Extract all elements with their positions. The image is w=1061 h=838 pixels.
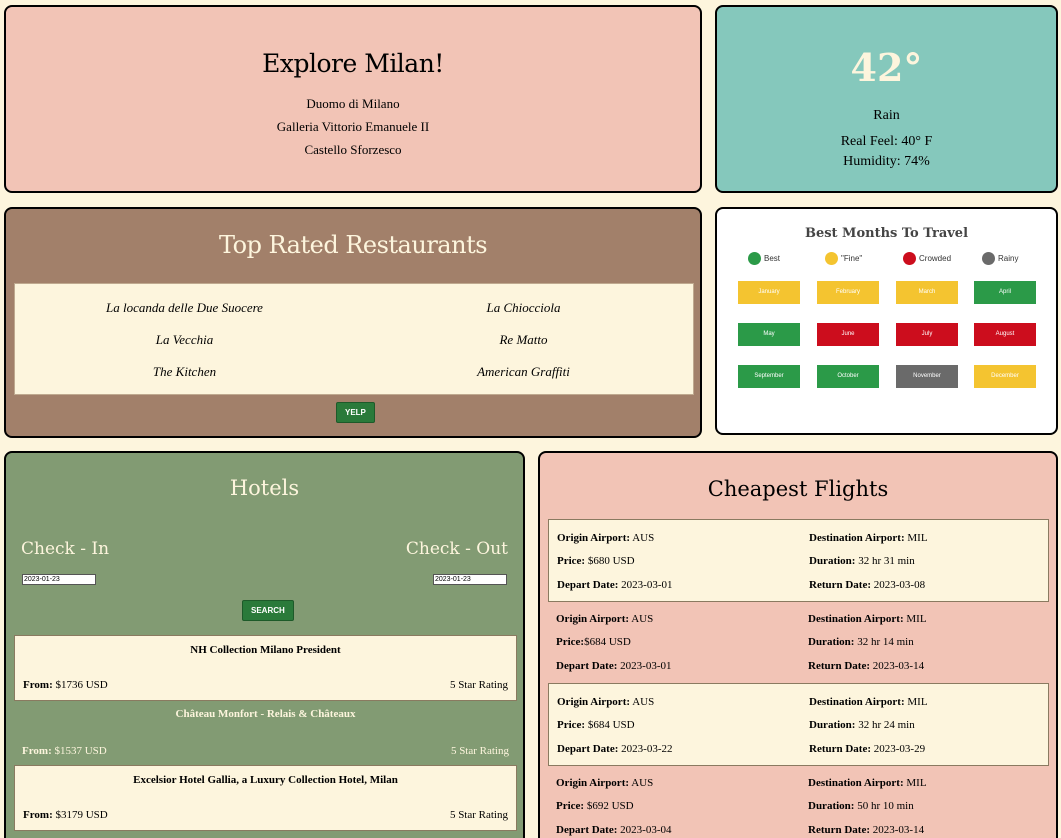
check-out-label: Check - Out xyxy=(405,539,508,559)
flight-return-date: Return Date: 2023-03-14 xyxy=(808,824,925,836)
flight-depart-date: Depart Date: 2023-03-01 xyxy=(557,579,673,591)
attraction-item: Galleria Vittorio Emanuele II xyxy=(276,119,430,134)
flight-origin: Origin Airport: AUS xyxy=(556,613,654,625)
best-months-card: Best Months To Travel Best "Fine" Crowde… xyxy=(715,207,1058,435)
flight-price: Price: $692 USD xyxy=(556,800,634,812)
best-months-title: Best Months To Travel xyxy=(804,226,969,241)
restaurant-item: La Chiocciola xyxy=(486,300,561,315)
flight-duration: Duration: 50 hr 10 min xyxy=(808,800,914,812)
legend-dot-icon xyxy=(982,252,995,265)
flight-depart-date: Depart Date: 2023-03-04 xyxy=(556,824,672,836)
hotel-price: From: $1736 USD xyxy=(23,679,108,691)
month-august: August xyxy=(974,323,1036,346)
flight-return-date: Return Date: 2023-03-08 xyxy=(809,579,926,591)
months-legend: Best "Fine" Crowded Rainy xyxy=(717,252,1056,266)
search-button[interactable]: SEARCH xyxy=(242,600,294,621)
flight-price: Price: $684 USD xyxy=(557,719,635,731)
month-march: March xyxy=(896,281,958,304)
flight-duration: Duration: 32 hr 31 min xyxy=(809,555,915,567)
legend-fine: "Fine" xyxy=(825,252,862,265)
hotel-name: Château Monfort - Relais & Châteaux xyxy=(175,708,356,720)
hotel-card[interactable]: NH Collection Milano President From: $17… xyxy=(14,635,517,701)
hotels-title: Hotels xyxy=(229,476,300,500)
humidity: Humidity: 74% xyxy=(843,154,930,169)
flights-card: Cheapest Flights Origin Airport: AUS Des… xyxy=(538,451,1058,838)
hotel-rating: 5 Star Rating xyxy=(450,745,509,757)
flights-title: Cheapest Flights xyxy=(707,477,889,501)
legend-label: Crowded xyxy=(919,254,952,263)
hotels-card: Hotels Check - In Check - Out 2023-01-23… xyxy=(4,451,525,838)
weather-card: 42° Rain Real Feel: 40° F Humidity: 74% xyxy=(715,5,1058,193)
flight-card[interactable]: Origin Airport: AUS Destination Airport:… xyxy=(548,683,1049,766)
legend-dot-icon xyxy=(748,252,761,265)
legend-crowded: Crowded xyxy=(903,252,951,265)
flight-card[interactable]: Origin Airport: AUS Destination Airport:… xyxy=(548,519,1049,602)
legend-rainy: Rainy xyxy=(982,252,1018,265)
restaurants-card: Top Rated Restaurants La locanda delle D… xyxy=(4,207,702,438)
flight-destination: Destination Airport: MIL xyxy=(808,777,927,789)
flight-price: Price: $680 USD xyxy=(557,555,635,567)
flight-depart-date: Depart Date: 2023-03-22 xyxy=(557,743,673,755)
attractions-list: Duomo di Milano Galleria Vittorio Emanue… xyxy=(6,92,700,161)
legend-label: "Fine" xyxy=(841,254,863,263)
flight-duration: Duration: 32 hr 24 min xyxy=(809,719,915,731)
flight-return-date: Return Date: 2023-03-29 xyxy=(809,743,926,755)
flight-price: Price:$684 USD xyxy=(556,636,631,648)
restaurants-title: Top Rated Restaurants xyxy=(218,231,488,259)
restaurant-item: La locanda delle Due Suocere xyxy=(106,300,263,315)
month-april: April xyxy=(974,281,1036,304)
hotel-rating: 5 Star Rating xyxy=(449,809,508,821)
legend-dot-icon xyxy=(903,252,916,265)
flight-return-date: Return Date: 2023-03-14 xyxy=(808,660,925,672)
hotel-rating: 5 Star Rating xyxy=(449,679,508,691)
flight-card[interactable]: Origin Airport: AUS Destination Airport:… xyxy=(548,765,1049,838)
hotel-price: From: $3179 USD xyxy=(23,809,108,821)
restaurant-item: The Kitchen xyxy=(152,364,217,379)
legend-label: Best xyxy=(764,254,781,263)
hotel-name: NH Collection Milano President xyxy=(190,644,341,656)
flight-destination: Destination Airport: MIL xyxy=(809,696,928,708)
restaurant-list: La locanda delle Due Suocere La Chioccio… xyxy=(14,283,694,395)
legend-label: Rainy xyxy=(998,254,1019,263)
flight-origin: Origin Airport: AUS xyxy=(556,777,654,789)
flight-origin: Origin Airport: AUS xyxy=(557,696,655,708)
restaurant-item: Re Matto xyxy=(499,332,548,347)
hotel-card[interactable]: Excelsior Hotel Gallia, a Luxury Collect… xyxy=(14,765,517,831)
flight-duration: Duration: 32 hr 14 min xyxy=(808,636,914,648)
flight-depart-date: Depart Date: 2023-03-01 xyxy=(556,660,672,672)
hotel-card[interactable]: Château Monfort - Relais & Châteaux From… xyxy=(14,700,517,766)
hotel-name: Excelsior Hotel Gallia, a Luxury Collect… xyxy=(133,774,398,786)
month-december: December xyxy=(974,365,1036,388)
month-september: September xyxy=(738,365,800,388)
temperature: 42° xyxy=(850,45,923,90)
flight-card[interactable]: Origin Airport: AUS Destination Airport:… xyxy=(548,601,1049,684)
flight-origin: Origin Airport: AUS xyxy=(557,532,655,544)
check-out-input[interactable]: 2023-01-23 xyxy=(433,574,507,585)
yelp-button[interactable]: YELP xyxy=(336,402,375,423)
flight-destination: Destination Airport: MIL xyxy=(808,613,927,625)
check-in-input[interactable]: 2023-01-23 xyxy=(22,574,96,585)
month-may: May xyxy=(738,323,800,346)
explore-title: Explore Milan! xyxy=(262,49,444,78)
real-feel: Real Feel: 40° F xyxy=(840,134,933,149)
month-july: July xyxy=(896,323,958,346)
attraction-item: Castello Sforzesco xyxy=(304,142,402,157)
month-february: February xyxy=(817,281,879,304)
restaurant-item: La Vecchia xyxy=(155,332,214,347)
hotel-price: From: $1537 USD xyxy=(22,745,107,757)
flight-destination: Destination Airport: MIL xyxy=(809,532,928,544)
month-january: January xyxy=(738,281,800,304)
month-october: October xyxy=(817,365,879,388)
explore-card: Explore Milan! Duomo di Milano Galleria … xyxy=(4,5,702,193)
restaurant-item: American Graffiti xyxy=(477,364,570,379)
check-in-label: Check - In xyxy=(21,539,110,559)
month-november: November xyxy=(896,365,958,388)
legend-best: Best xyxy=(748,252,780,265)
weather-condition: Rain xyxy=(873,108,900,123)
month-june: June xyxy=(817,323,879,346)
legend-dot-icon xyxy=(825,252,838,265)
attraction-item: Duomo di Milano xyxy=(306,96,400,111)
